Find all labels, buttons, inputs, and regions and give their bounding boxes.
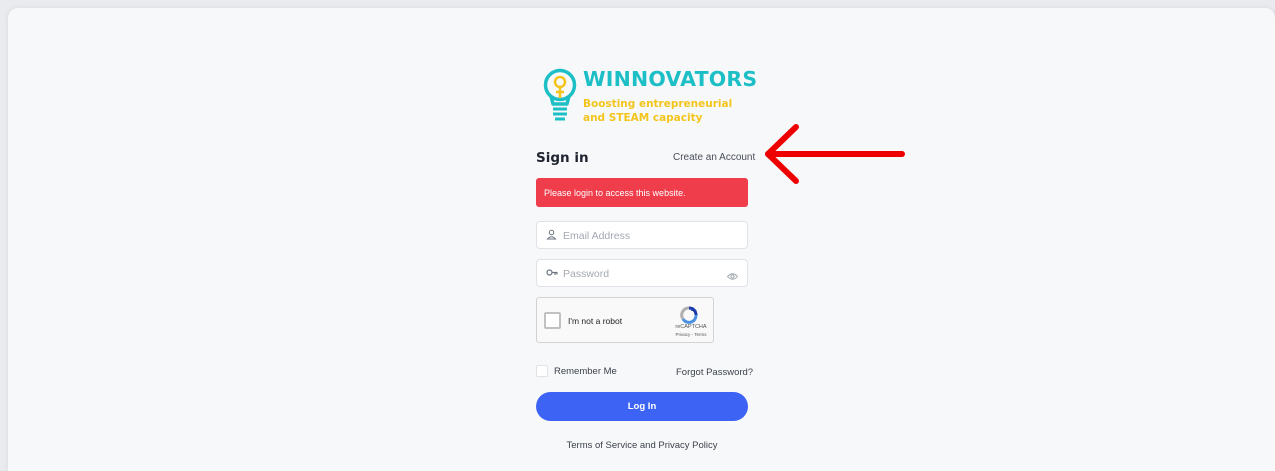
red-arrow-annotation [765,124,905,184]
brand-logo: WINNOVATORS Boosting entrepreneurial and… [541,67,781,129]
lightbulb-icon [543,68,577,121]
eye-icon[interactable] [726,268,739,286]
password-input[interactable] [563,265,723,282]
email-input[interactable] [563,227,723,244]
recaptcha-widget: I'm not a robot reCAPTCHA Privacy - Term… [536,297,714,343]
create-account-link[interactable]: Create an Account [673,152,755,163]
email-field[interactable] [536,221,748,249]
login-button[interactable]: Log In [536,392,748,421]
recaptcha-logo-icon [680,306,698,324]
brand-tagline-line2: and STEAM capacity [583,112,703,124]
recaptcha-label: I'm not a robot [568,316,623,326]
recaptcha-links[interactable]: Privacy - Terms [665,332,717,337]
key-icon [546,267,558,281]
remember-me-label[interactable]: Remember Me [554,366,617,377]
brand-tagline-line1: Boosting entrepreneurial [583,98,733,110]
login-required-alert: Please login to access this website. [536,178,748,207]
password-field[interactable] [536,259,748,287]
terms-privacy-link[interactable]: Terms of Service and Privacy Policy [536,440,748,451]
remember-me-checkbox[interactable] [536,365,548,377]
forgot-password-link[interactable]: Forgot Password? [676,367,753,378]
recaptcha-brand: reCAPTCHA [675,324,707,330]
user-icon [546,229,557,243]
brand-title: WINNOVATORS [583,67,758,91]
recaptcha-checkbox[interactable] [544,312,561,329]
signin-heading: Sign in [536,150,589,166]
